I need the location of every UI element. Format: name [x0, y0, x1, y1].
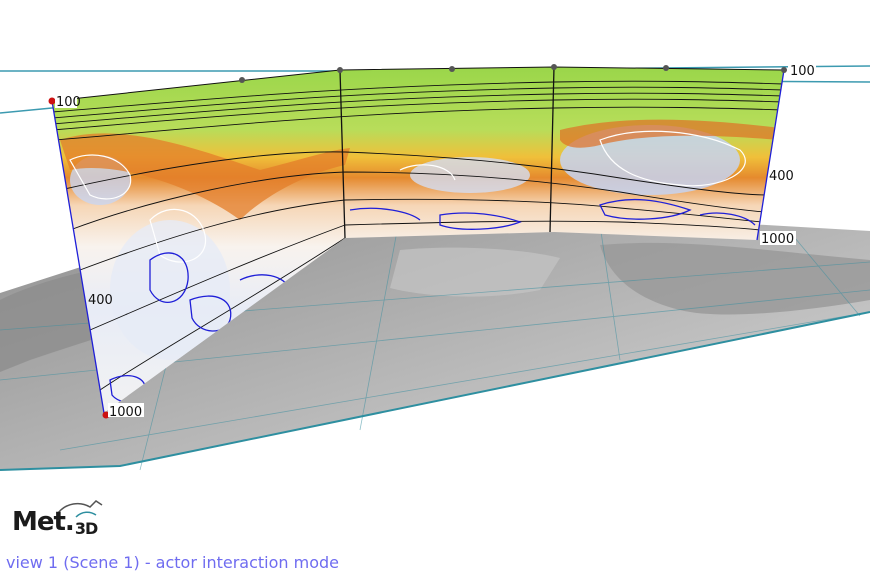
left-tick-top: 100 — [56, 95, 81, 110]
logo-name: Met. — [12, 507, 75, 537]
waypoint-handle-icon[interactable] — [239, 77, 245, 83]
waypoint-handle-icon[interactable] — [337, 67, 343, 73]
right-tick-top: 100 — [790, 64, 815, 79]
logo-suffix: 3D — [74, 519, 98, 538]
right-tick-bottom: 1000 — [761, 232, 794, 247]
scene-3d-view[interactable]: 100 400 1000 100 400 1000 — [0, 0, 870, 574]
waypoint-handle-icon[interactable] — [781, 67, 787, 73]
right-tick-mid: 400 — [769, 169, 794, 184]
left-tick-bottom: 1000 — [109, 405, 142, 420]
waypoint-handle-icon[interactable] — [663, 65, 669, 71]
waypoint-handle-icon[interactable] — [449, 66, 455, 72]
status-bar-text: view 1 (Scene 1) - actor interaction mod… — [6, 553, 339, 572]
left-tick-mid: 400 — [88, 293, 113, 308]
waypoint-handle-icon[interactable] — [551, 64, 557, 70]
met3d-logo: Met.3D — [12, 507, 98, 538]
waypoint-handle-icon[interactable] — [48, 97, 56, 105]
